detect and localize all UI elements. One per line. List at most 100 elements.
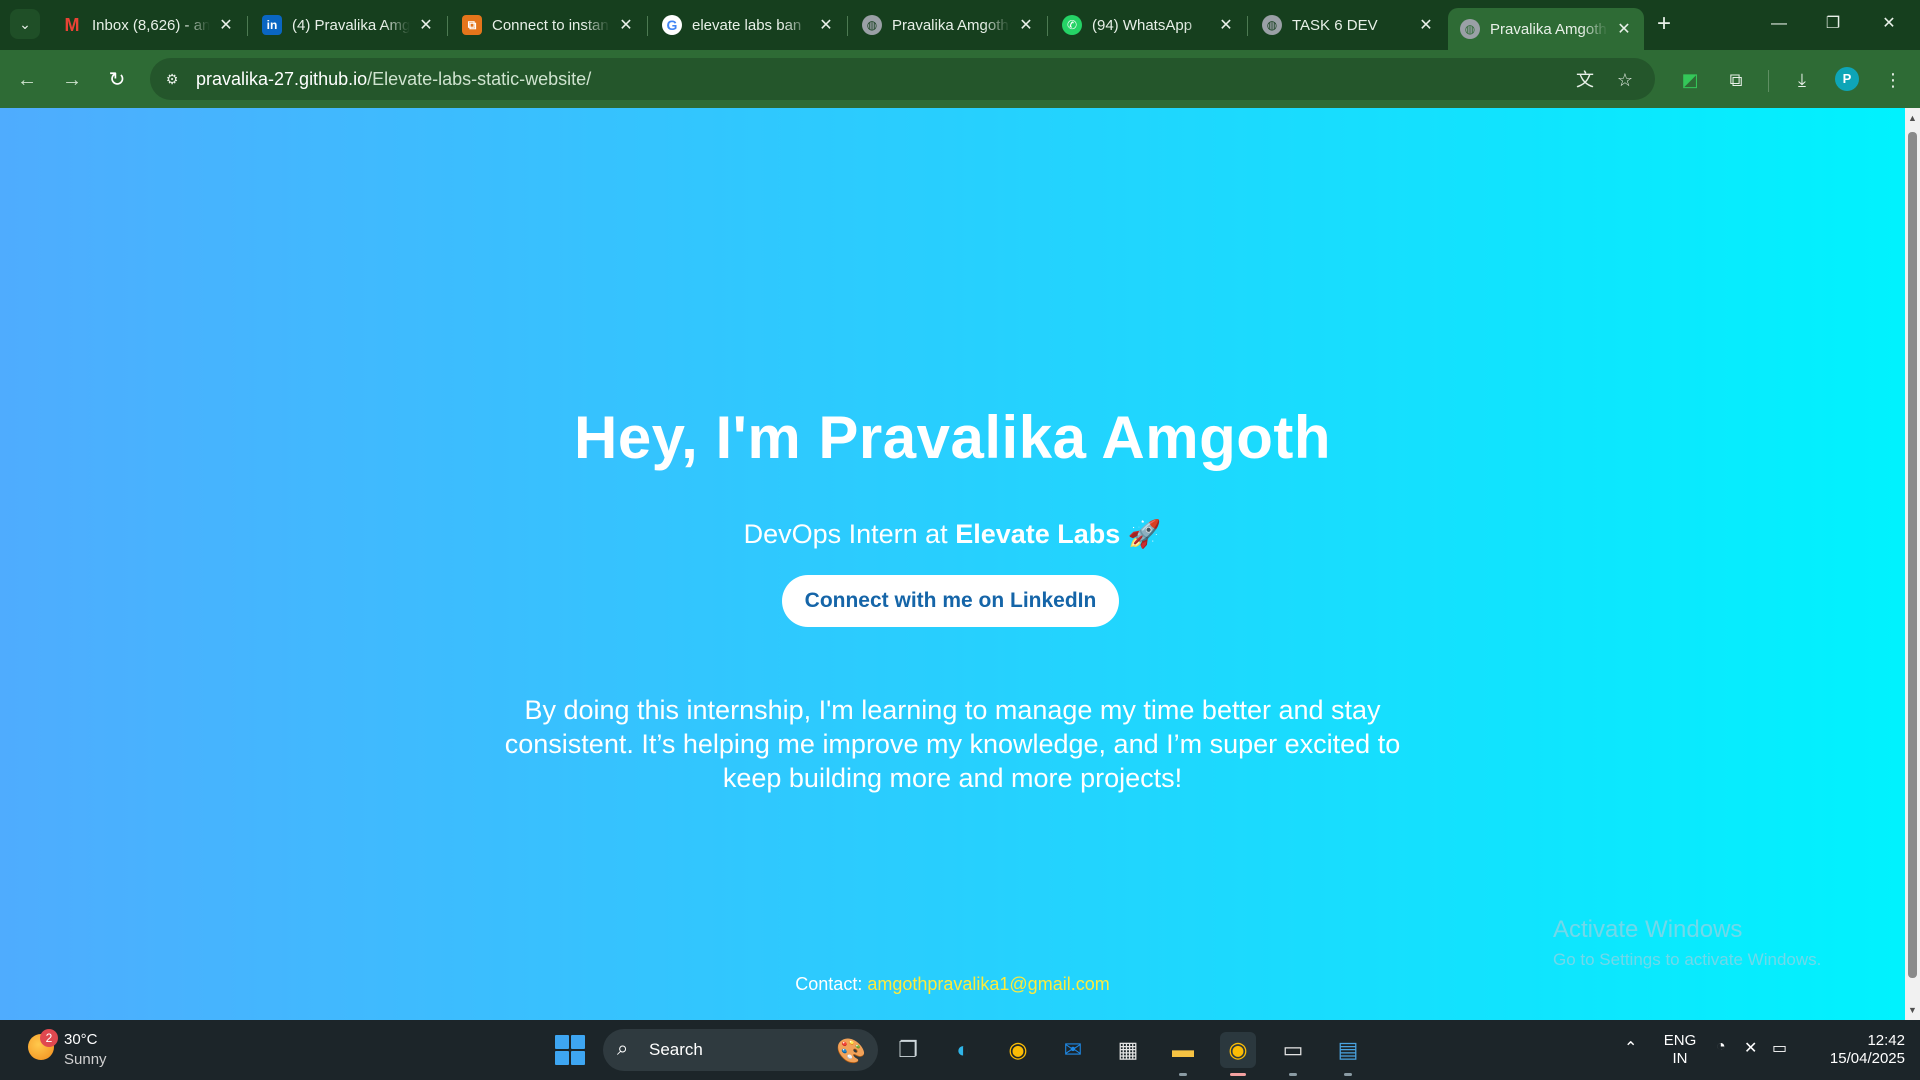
- language-indicator[interactable]: ENG IN: [1660, 1032, 1700, 1068]
- scroll-up-icon[interactable]: ▲: [1908, 114, 1917, 123]
- restore-button[interactable]: ❐: [1810, 10, 1856, 38]
- globe-icon: ◍: [862, 15, 882, 35]
- profile-avatar[interactable]: P: [1835, 67, 1859, 91]
- extensions-puzzle-icon[interactable]: ⧉: [1722, 66, 1750, 94]
- company-name: Elevate Labs: [955, 519, 1121, 549]
- watermark-title: Activate Windows: [1553, 916, 1743, 943]
- rocket-icon: 🚀: [1127, 519, 1162, 549]
- start-button[interactable]: [555, 1035, 585, 1065]
- windows-taskbar: 2 30°C Sunny ⌕ Search 🎨 ❐ ◐ ◉ ✉ ▦ ▬ ◉ ▭ …: [0, 1020, 1920, 1080]
- close-icon[interactable]: ✕: [1016, 15, 1036, 35]
- windows-logo-pane: [555, 1035, 569, 1049]
- google-icon: G: [662, 15, 682, 35]
- close-icon[interactable]: ✕: [1614, 19, 1634, 39]
- subtitle-prefix: DevOps Intern at: [743, 519, 956, 549]
- scroll-thumb[interactable]: [1908, 132, 1917, 978]
- minimize-icon: —: [1771, 15, 1787, 32]
- tab-task6[interactable]: ◍ TASK 6 DEV ✕: [1250, 8, 1446, 42]
- palette-icon: 🎨: [836, 1038, 866, 1065]
- file-explorer-icon[interactable]: ▬: [1165, 1032, 1201, 1068]
- battery-icon[interactable]: ▭: [1772, 1038, 1787, 1058]
- linkedin-icon: in: [262, 15, 282, 35]
- scroll-down-icon[interactable]: ▼: [1908, 1006, 1917, 1015]
- page-viewport: Hey, I'm Pravalika Amgoth DevOps Intern …: [0, 108, 1905, 1020]
- bookmark-star-icon[interactable]: ☆: [1613, 68, 1637, 92]
- search-icon: ⌕: [617, 1038, 629, 1060]
- close-icon[interactable]: ✕: [616, 15, 636, 35]
- tab-gmail[interactable]: M Inbox (8,626) - an ✕: [50, 8, 246, 42]
- reload-icon: ↻: [108, 69, 126, 91]
- chrome-icon[interactable]: ◉: [1000, 1032, 1036, 1068]
- translate-icon[interactable]: 文: [1573, 68, 1597, 92]
- clock-time: 12:42: [1867, 1032, 1905, 1049]
- active-indicator: [1230, 1073, 1246, 1076]
- store-icon[interactable]: ▦: [1110, 1032, 1146, 1068]
- extension-icon[interactable]: ◩: [1676, 66, 1704, 94]
- taskbar-search-label: Search: [649, 1040, 703, 1059]
- arrow-right-icon: →: [62, 69, 82, 91]
- tab-google-search[interactable]: G elevate labs ban ✕: [650, 8, 846, 42]
- plus-icon: +: [1656, 10, 1671, 37]
- wifi-icon[interactable]: ◔: [1716, 1038, 1726, 1056]
- new-tab-button[interactable]: +: [1650, 10, 1678, 38]
- chevron-up-icon[interactable]: ⌃: [1624, 1038, 1637, 1058]
- aws-connect-icon: ⧉: [462, 15, 482, 35]
- running-indicator: [1344, 1073, 1352, 1076]
- contact-label: Contact:: [795, 974, 868, 994]
- tab-pravalika-active[interactable]: ◍ Pravalika Amgoth ✕: [1448, 8, 1644, 50]
- download-icon[interactable]: ⤓: [1788, 66, 1816, 94]
- close-icon[interactable]: ✕: [216, 15, 236, 35]
- watermark-subtitle: Go to Settings to activate Windows.: [1553, 950, 1822, 969]
- about-text: By doing this internship, I'm learning t…: [504, 695, 1401, 793]
- reload-button[interactable]: ↻: [102, 65, 132, 95]
- url-text[interactable]: pravalika-27.github.io/Elevate-labs-stat…: [196, 69, 591, 90]
- site-info-icon[interactable]: ⚙: [162, 69, 182, 89]
- forward-button[interactable]: →: [57, 65, 87, 95]
- page-scrollbar[interactable]: ▲ ▼: [1905, 108, 1920, 1020]
- close-icon[interactable]: ✕: [1416, 15, 1436, 35]
- back-button[interactable]: ←: [12, 65, 42, 95]
- tab-title: TASK 6 DEV: [1292, 16, 1378, 34]
- restore-icon: ❐: [1825, 15, 1841, 32]
- tab-whatsapp[interactable]: ✆ (94) WhatsApp ✕: [1050, 8, 1246, 42]
- close-icon: ✕: [1882, 15, 1896, 32]
- close-icon[interactable]: ✕: [816, 15, 836, 35]
- tab-linkedin[interactable]: in (4) Pravalika Amg ✕: [250, 8, 446, 42]
- clock[interactable]: 12:42 15/04/2025: [1810, 1032, 1905, 1068]
- tab-search-button[interactable]: ⌄: [10, 9, 40, 39]
- chrome-profile-icon[interactable]: ◉: [1220, 1032, 1256, 1068]
- close-icon[interactable]: ✕: [416, 15, 436, 35]
- outlook-icon[interactable]: ✉: [1055, 1032, 1091, 1068]
- menu-kebab-icon[interactable]: ⋮: [1879, 66, 1907, 94]
- tab-title: Pravalika Amgoth: [892, 16, 1009, 34]
- taskbar-search[interactable]: ⌕ Search 🎨: [603, 1029, 878, 1071]
- url-path: /Elevate-labs-static-website/: [367, 69, 592, 89]
- close-window-button[interactable]: ✕: [1866, 10, 1912, 38]
- tab-title: Pravalika Amgoth: [1490, 20, 1607, 38]
- language-region: IN: [1672, 1050, 1688, 1067]
- tab-separator: [447, 16, 448, 36]
- email-link[interactable]: amgothpravalika1@gmail.com: [867, 974, 1109, 994]
- toolbar-separator: [1768, 70, 1769, 92]
- globe-icon: ◍: [1262, 15, 1282, 35]
- activate-windows-watermark: Activate Windows Go to Settings to activ…: [1553, 916, 1821, 970]
- tab-aws-connect[interactable]: ⧉ Connect to instan ✕: [450, 8, 646, 42]
- minimize-button[interactable]: —: [1756, 10, 1802, 38]
- tab-title: (4) Pravalika Amg: [292, 16, 410, 34]
- address-bar[interactable]: ⚙ pravalika-27.github.io/Elevate-labs-st…: [150, 58, 1655, 100]
- terminal-icon[interactable]: ▭: [1275, 1032, 1311, 1068]
- close-icon[interactable]: ✕: [1216, 15, 1236, 35]
- arrow-left-icon: ←: [17, 69, 37, 91]
- running-indicator: [1289, 1073, 1297, 1076]
- edge-icon[interactable]: ◐: [945, 1032, 981, 1068]
- tab-title: elevate labs ban: [692, 16, 802, 34]
- task-view-icon[interactable]: ❐: [890, 1032, 926, 1068]
- volume-muted-icon[interactable]: ✕: [1744, 1038, 1757, 1058]
- linkedin-button[interactable]: Connect with me on LinkedIn: [782, 575, 1119, 627]
- notepad-icon[interactable]: ▤: [1330, 1032, 1366, 1068]
- gmail-icon: M: [64, 14, 80, 35]
- chevron-down-icon: ⌄: [19, 15, 31, 32]
- tab-separator: [847, 16, 848, 36]
- tab-title: Connect to instan: [492, 16, 609, 34]
- tab-pravalika-1[interactable]: ◍ Pravalika Amgoth ✕: [850, 8, 1046, 42]
